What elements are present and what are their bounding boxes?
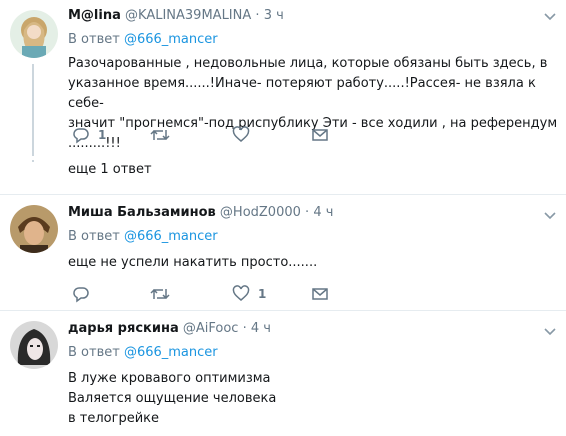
envelope-icon <box>312 288 328 300</box>
reply-prefix: В ответ <box>68 32 120 47</box>
tweet-text-line: указанное время......!Иначе- потеряют ра… <box>68 76 536 111</box>
like-button[interactable]: 1 <box>232 285 272 305</box>
reply-count: 1 <box>98 128 107 142</box>
timestamp[interactable]: 4 ч <box>313 205 333 220</box>
show-more-replies-link[interactable]: еще 1 ответ <box>68 162 152 177</box>
reply-context: В ответ @666_mancer <box>68 229 218 244</box>
avatar[interactable] <box>10 205 58 253</box>
chevron-down-icon[interactable] <box>544 211 556 221</box>
envelope-icon <box>312 129 328 141</box>
direct-message-button[interactable] <box>312 126 332 146</box>
display-name[interactable]: M@lina <box>68 8 121 23</box>
display-name[interactable]: дарья ряскина <box>68 321 179 336</box>
tweet-header: дарья ряскина @AiFooc · 4 ч <box>68 321 271 336</box>
user-handle[interactable]: @AiFooc <box>183 321 239 336</box>
retweet-icon <box>150 288 170 300</box>
reply-tweet-misha[interactable]: Миша Бальзаминов @HodZ0000 · 4 ч В ответ… <box>0 195 566 310</box>
reply-prefix: В ответ <box>68 345 120 360</box>
reply-tweet-darya[interactable]: дарья ряскина @AiFooc · 4 ч В ответ @666… <box>0 311 566 436</box>
thread-line <box>32 64 34 156</box>
retweet-icon <box>150 129 170 141</box>
tweet-text: В луже кровавого оптимизма Валяется ощущ… <box>68 369 558 429</box>
separator: · <box>255 8 260 23</box>
retweet-button[interactable] <box>150 285 180 305</box>
reply-to-link[interactable]: @666_mancer <box>124 32 218 47</box>
user-handle[interactable]: @KALINA39MALINA <box>125 8 251 23</box>
tweet-text-line: Валяется ощущение человека <box>68 391 277 406</box>
display-name[interactable]: Миша Бальзаминов <box>68 205 216 220</box>
tweet-text-line: В луже кровавого оптимизма <box>68 371 271 386</box>
reply-icon <box>73 287 89 303</box>
separator: · <box>242 321 247 336</box>
reply-button[interactable] <box>72 285 112 305</box>
timestamp[interactable]: 3 ч <box>264 8 284 23</box>
reply-context: В ответ @666_mancer <box>68 345 218 360</box>
like-count: 1 <box>258 287 267 301</box>
thread-dot <box>32 160 34 162</box>
heart-icon <box>232 126 250 142</box>
reply-to-link[interactable]: @666_mancer <box>124 229 218 244</box>
timestamp[interactable]: 4 ч <box>251 321 271 336</box>
reply-icon <box>73 128 89 144</box>
tweet-actions: 1 <box>72 285 332 305</box>
user-handle[interactable]: @HodZ0000 <box>220 205 301 220</box>
reply-tweet-malina[interactable]: M@lina @KALINA39MALINA · 3 ч В ответ @66… <box>0 0 566 196</box>
tweet-actions: 1 <box>72 126 332 146</box>
tweet-text-line: в телогрейке <box>68 411 160 426</box>
retweet-button[interactable] <box>150 126 180 146</box>
reply-to-link[interactable]: @666_mancer <box>124 345 218 360</box>
tweet-header: Миша Бальзаминов @HodZ0000 · 4 ч <box>68 205 333 220</box>
like-button[interactable] <box>232 126 272 146</box>
reply-button[interactable]: 1 <box>72 126 112 146</box>
chevron-down-icon[interactable] <box>544 327 556 337</box>
tweet-text-line: Разочарованные , недовольные лица, котор… <box>68 56 548 71</box>
heart-icon <box>232 285 250 301</box>
reply-prefix: В ответ <box>68 229 120 244</box>
tweet-text: еще не успели накатить просто....... <box>68 253 558 273</box>
tweet-header: M@lina @KALINA39MALINA · 3 ч <box>68 8 284 23</box>
separator: · <box>305 205 310 220</box>
reply-context: В ответ @666_mancer <box>68 32 218 47</box>
avatar[interactable] <box>10 10 58 58</box>
avatar[interactable] <box>10 321 58 369</box>
chevron-down-icon[interactable] <box>544 12 556 22</box>
direct-message-button[interactable] <box>312 285 332 305</box>
tweet-text-line: еще не успели накатить просто....... <box>68 255 318 270</box>
